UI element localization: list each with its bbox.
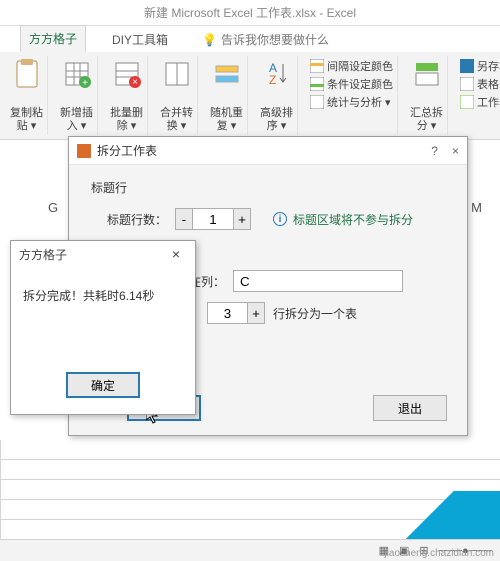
spin-plus[interactable]: + [247,302,265,324]
ribbon-merge[interactable]: 合并转 换 ▾ [156,56,198,135]
watermark-corner [390,491,500,541]
ribbon-interval-color[interactable]: 间隔设定颜色 [310,58,393,74]
titlebar: 新建 Microsoft Excel 工作表.xlsx - Excel [0,0,500,26]
ribbon-cond-color[interactable]: 条件设定颜色 [310,76,393,92]
svg-text:+: + [82,78,88,88]
col-header-g[interactable]: G [48,200,58,215]
ribbon-batch-delete[interactable]: × 批量删 除 ▾ [106,56,148,135]
merge-icon [161,58,193,90]
close-icon[interactable]: × [452,144,459,158]
save-icon [460,59,474,73]
app-icon [77,144,91,158]
pivot-icon [411,58,443,90]
grid-icon [310,95,324,109]
msg-title-text: 方方格子 [19,246,67,263]
grid-icon [310,59,324,73]
group-input[interactable] [207,302,247,324]
spin-plus[interactable]: + [233,208,251,230]
ribbon-worksheet[interactable]: 工作表 [460,94,500,110]
ribbon-saveas[interactable]: 另存本 [460,58,500,74]
ribbon-random[interactable]: 随机重 复 ▾ [206,56,248,135]
info-icon: i [273,212,287,226]
help-icon[interactable]: ? [431,144,438,158]
dialog-title: 拆分工作表 [97,142,157,159]
random-icon [211,58,243,90]
ribbon-pivot[interactable]: 汇总拆 分 ▾ [406,56,448,135]
delete-icon: × [111,58,143,90]
tab-diy[interactable]: DIY工具箱 [104,27,176,52]
tab-tellme[interactable]: 💡 告诉我你想要做什么 [194,27,337,52]
close-icon[interactable]: × [165,243,187,265]
ribbon-insert[interactable]: + 新增插 入 ▾ [56,56,98,135]
rows-label: 标题行数： [107,211,167,228]
ribbon-sort[interactable]: AZ 高级排 序 ▾ [256,56,298,135]
watermark-text: jiaocheng.chazidian.com [384,548,494,559]
ribbon: 复制粘 贴 ▾ + 新增插 入 ▾ × 批量删 除 ▾ 合并转 换 ▾ 随机重 … [0,52,500,140]
clipboard-icon [11,58,43,90]
msg-titlebar[interactable]: 方方格子 × [11,241,195,267]
group-label: 行拆分为一个表 [273,305,357,322]
svg-text:×: × [132,77,138,88]
hint-text: 标题区域将不参与拆分 [293,211,413,228]
message-dialog: 方方格子 × 拆分完成！共耗时6.14秒 确定 [10,240,196,415]
ribbon-tabs: 方方格子 DIY工具箱 💡 告诉我你想要做什么 [0,26,500,52]
svg-text:Z: Z [269,73,276,87]
table-icon [460,77,474,91]
window-title: 新建 Microsoft Excel 工作表.xlsx - Excel [144,4,356,21]
insert-icon: + [61,58,93,90]
sheet-icon [460,95,474,109]
msg-ok-button[interactable]: 确定 [66,372,140,398]
rows-input[interactable] [193,208,233,230]
col-input[interactable] [233,270,403,292]
col-header-m[interactable]: M [471,200,482,215]
ribbon-stats[interactable]: 统计与分析 ▾ [310,94,393,110]
grid-icon [310,77,324,91]
dialog-titlebar[interactable]: 拆分工作表 ? × [69,137,467,165]
tab-fangfang[interactable]: 方方格子 [20,25,86,52]
ribbon-copy-paste[interactable]: 复制粘 贴 ▾ [6,56,48,135]
sort-icon: AZ [261,58,293,90]
lightbulb-icon: 💡 [202,33,217,47]
msg-body: 拆分完成！共耗时6.14秒 [11,267,195,324]
section-title: 标题行 [91,179,445,196]
group-spinner: + [207,302,265,324]
ribbon-tablefmt[interactable]: 表格目 [460,76,500,92]
spin-minus[interactable]: - [175,208,193,230]
rows-spinner: - + [175,208,251,230]
exit-button[interactable]: 退出 [373,395,447,421]
